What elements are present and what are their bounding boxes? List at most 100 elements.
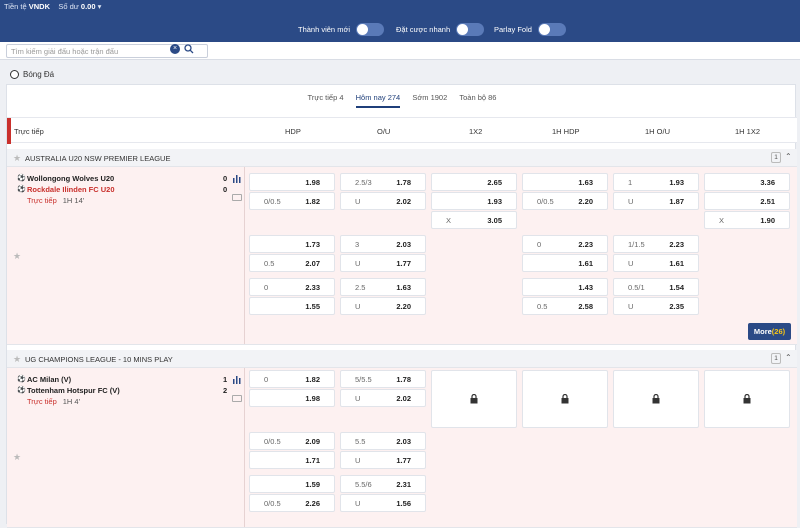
odds-cell[interactable]: 3 2.03	[340, 235, 426, 253]
odds-cell[interactable]: 0 2.23	[522, 235, 608, 253]
odds-cell[interactable]: 1.55	[249, 297, 335, 315]
home-score: 1	[223, 375, 228, 384]
more-bets-button[interactable]: More(26)	[748, 323, 791, 340]
odds-cell[interactable]: 1.61	[522, 254, 608, 272]
odds-cell[interactable]: 0/0.5 2.26	[249, 494, 335, 512]
col-1x2: 1X2	[469, 127, 483, 136]
odds-cell[interactable]: 1.98	[249, 173, 335, 191]
away-team[interactable]: Tottenham Hotspur FC (V)	[27, 386, 120, 395]
home-team[interactable]: Wollongong Wolves U20	[27, 174, 114, 183]
star-icon[interactable]: ★	[13, 354, 21, 365]
odds-cell[interactable]: U 2.35	[613, 297, 699, 315]
odds-cell[interactable]: 1.63	[522, 173, 608, 191]
odds-cell[interactable]: 1.98	[249, 389, 335, 407]
odds-value: 1.61	[578, 259, 593, 268]
odds-cell[interactable]: X 3.05	[431, 211, 517, 229]
odds-cell[interactable]: U 1.77	[340, 451, 426, 469]
league-header[interactable]: ★ UG CHAMPIONS LEAGUE - 10 MINS PLAY 1 ⌃	[7, 350, 797, 368]
odds-value: 1.77	[396, 456, 411, 465]
odds-cell[interactable]: 2.5 1.63	[340, 278, 426, 296]
odds-cell[interactable]: 0/0.5 1.82	[249, 192, 335, 210]
statistics-icon[interactable]	[233, 376, 241, 384]
team-icon: ⚽	[17, 376, 26, 383]
odds-cell[interactable]: 0 2.33	[249, 278, 335, 296]
odds-value: 2.65	[487, 178, 502, 187]
handicap-value: U	[355, 499, 361, 508]
odds-cell[interactable]: 1.71	[249, 451, 335, 469]
statistics-icon[interactable]	[233, 175, 241, 183]
odds-value: 1.56	[396, 499, 411, 508]
handicap-value: U	[355, 456, 361, 465]
locked-market	[431, 370, 517, 428]
handicap-value: 5.5	[355, 437, 366, 446]
balance-value[interactable]: 0.00	[81, 2, 96, 11]
odds-cell[interactable]: 1.93	[431, 192, 517, 210]
live-stream-icon[interactable]	[232, 194, 242, 201]
soccer-ball-icon	[10, 70, 19, 79]
handicap-value: 0.5	[537, 302, 548, 311]
handicap-value: 0/0.5	[264, 197, 281, 206]
odds-cell[interactable]: U 2.02	[340, 389, 426, 407]
favorite-star-icon[interactable]: ★	[13, 251, 21, 262]
toggle-switch[interactable]	[537, 22, 566, 36]
odds-cell[interactable]: U 1.56	[340, 494, 426, 512]
favorite-star-icon[interactable]: ★	[13, 452, 21, 463]
toggle-label: Thành viên mới	[298, 24, 351, 34]
away-score: 0	[223, 185, 228, 194]
handicap-value: 0	[537, 240, 542, 249]
odds-cell[interactable]: 1.59	[249, 475, 335, 493]
tab-all[interactable]: Toàn bộ 86	[459, 93, 496, 106]
odds-cell[interactable]: 2.51	[704, 192, 790, 210]
handicap-value: U	[628, 302, 634, 311]
odds-value: 2.23	[578, 240, 593, 249]
chevron-up-icon[interactable]: ⌃	[785, 152, 792, 161]
odds-cell[interactable]: U 2.20	[340, 297, 426, 315]
star-icon[interactable]: ★	[13, 153, 21, 164]
toggle-switch[interactable]	[356, 22, 385, 36]
away-team[interactable]: Rockdale Ilinden FC U20	[27, 185, 115, 194]
col-ou: O/U	[377, 127, 391, 136]
odds-cell[interactable]: 0.5/1 1.54	[613, 278, 699, 296]
odds-cell[interactable]: 1.43	[522, 278, 608, 296]
odds-cell[interactable]: 1 1.93	[613, 173, 699, 191]
odds-cell[interactable]: 5.5/6 2.31	[340, 475, 426, 493]
odds-cell[interactable]: X 1.90	[704, 211, 790, 229]
odds-cell[interactable]: 1/1.5 2.23	[613, 235, 699, 253]
handicap-value: 0/0.5	[264, 499, 281, 508]
toggle-quick-bet[interactable]: Đặt cược nhanh	[396, 22, 485, 36]
odds-value: 1.77	[396, 259, 411, 268]
home-team[interactable]: AC Milan (V)	[27, 375, 71, 384]
odds-cell[interactable]: 2.5/3 1.78	[340, 173, 426, 191]
col-1h-1x2: 1H 1X2	[735, 127, 761, 136]
toggle-switch[interactable]	[456, 22, 485, 36]
odds-cell[interactable]: 2.65	[431, 173, 517, 191]
tab-live[interactable]: Trực tiếp 4	[308, 93, 344, 106]
top-bar: Tiền tệ VNDK Số dư 0.00 ▾ Thành viên mới…	[0, 0, 800, 42]
odds-cell[interactable]: 0 1.82	[249, 370, 335, 388]
odds-cell[interactable]: U 1.61	[613, 254, 699, 272]
toggle-new-member[interactable]: Thành viên mới	[298, 22, 385, 36]
live-stream-icon[interactable]	[232, 395, 242, 402]
odds-cell[interactable]: 0.5 2.58	[522, 297, 608, 315]
chevron-down-icon[interactable]: ▾	[98, 2, 102, 11]
search-icon[interactable]	[184, 44, 194, 54]
odds-cell[interactable]: 1.73	[249, 235, 335, 253]
tab-early[interactable]: Sớm 1902	[412, 93, 447, 106]
odds-cell[interactable]: U 1.77	[340, 254, 426, 272]
odds-cell[interactable]: U 2.02	[340, 192, 426, 210]
clear-search-icon[interactable]: ×	[170, 44, 180, 54]
league-name: AUSTRALIA U20 NSW PREMIER LEAGUE	[25, 154, 171, 163]
odds-cell[interactable]: 0.5 2.07	[249, 254, 335, 272]
league-header[interactable]: ★ AUSTRALIA U20 NSW PREMIER LEAGUE 1 ⌃	[7, 149, 797, 167]
tab-today[interactable]: Hôm nay 274	[355, 93, 401, 108]
column-header: Trực tiếp HDP O/U 1X2 1H HDP 1H O/U 1H 1…	[7, 117, 797, 144]
handicap-value: U	[628, 197, 634, 206]
odds-cell[interactable]: 0/0.5 2.09	[249, 432, 335, 450]
toggle-parlay-fold[interactable]: Parlay Fold	[494, 22, 566, 36]
odds-cell[interactable]: 5/5.5 1.78	[340, 370, 426, 388]
odds-cell[interactable]: 0/0.5 2.20	[522, 192, 608, 210]
odds-cell[interactable]: 5.5 2.03	[340, 432, 426, 450]
chevron-up-icon[interactable]: ⌃	[785, 353, 792, 362]
odds-cell[interactable]: U 1.87	[613, 192, 699, 210]
odds-cell[interactable]: 3.36	[704, 173, 790, 191]
